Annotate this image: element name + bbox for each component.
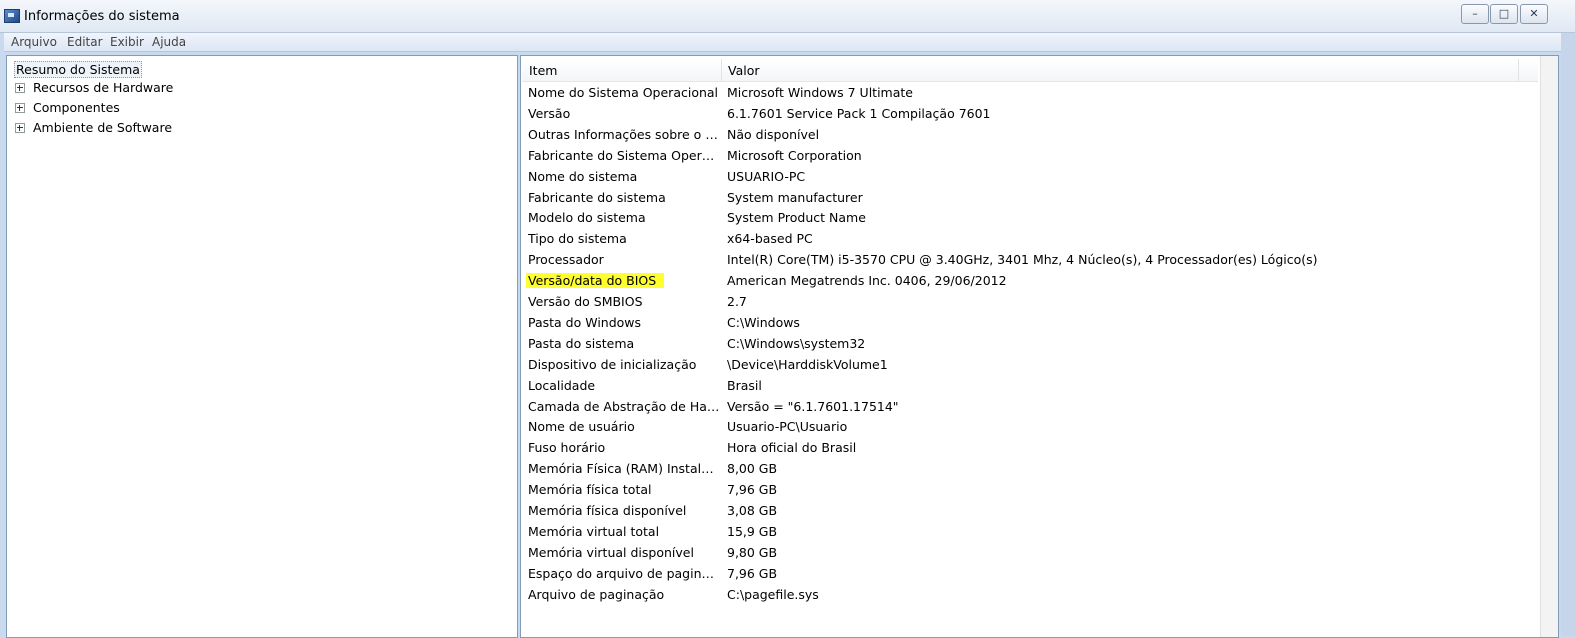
menu-editar[interactable]: Editar: [67, 35, 103, 49]
row-item-label: Memória Física (RAM) Instalada: [528, 461, 720, 477]
row-item-value: Não disponível: [727, 126, 820, 142]
row-item-value: Brasil: [727, 377, 762, 393]
maximize-button[interactable]: □: [1490, 4, 1518, 24]
row-item-label: Nome de usuário: [528, 419, 635, 435]
expand-plus-icon[interactable]: [15, 103, 25, 113]
column-header-value[interactable]: Valor: [728, 63, 760, 78]
row-item-value: Intel(R) Core(TM) i5-3570 CPU @ 3.40GHz,…: [727, 252, 1318, 268]
tree-item-resumo-do-sistema[interactable]: Resumo do Sistema: [14, 61, 142, 78]
expand-plus-icon[interactable]: [15, 123, 25, 133]
expand-plus-icon[interactable]: [15, 83, 25, 93]
row-item-value: USUARIO-PC: [727, 168, 806, 184]
row-item-value: System Product Name: [727, 210, 866, 226]
row-item-value: 9,80 GB: [727, 544, 778, 560]
column-divider[interactable]: [721, 59, 722, 81]
menu-exibir[interactable]: Exibir: [110, 35, 144, 49]
row-item-value: Microsoft Corporation: [727, 147, 862, 163]
row-item-label: Versão do SMBIOS: [528, 294, 643, 309]
row-item-value: C:\Windows: [727, 314, 800, 330]
row-item-label: Fuso horário: [528, 440, 606, 456]
row-item-label: Pasta do Windows: [528, 314, 642, 330]
row-item-label: Outras Informações sobre o Si...: [528, 126, 720, 142]
close-button[interactable]: ✕: [1520, 4, 1548, 24]
row-item-value: \Device\HarddiskVolume1: [727, 356, 888, 372]
minimize-button[interactable]: –: [1461, 4, 1489, 24]
row-item-value: Usuario-PC\Usuario: [727, 419, 848, 435]
row-item-value: Microsoft Windows 7 Ultimate: [727, 85, 913, 100]
menu-bar: Arquivo Editar Exibir Ajuda: [4, 33, 1561, 52]
row-item-value: 2.7: [727, 294, 747, 309]
column-divider[interactable]: [1518, 59, 1519, 81]
list-header: Item Valor: [522, 59, 1538, 82]
row-item-value: 3,08 GB: [727, 503, 778, 518]
row-item-label: Memória virtual total: [528, 523, 660, 539]
row-item-label: Nome do Sistema Operacional: [528, 85, 719, 100]
column-header-item[interactable]: Item: [529, 63, 557, 78]
category-tree: Resumo do Sistema Recursos de Hardware C…: [6, 55, 518, 638]
row-item-value: 7,96 GB: [727, 565, 778, 581]
row-item-value: C:\Windows\system32: [727, 335, 866, 351]
menu-arquivo[interactable]: Arquivo: [11, 35, 57, 49]
tree-item-label: Ambiente de Software: [33, 120, 173, 135]
row-item-label: Memória virtual disponível: [528, 544, 694, 560]
row-item-label: Processador: [528, 252, 604, 268]
row-item-label: Tipo do sistema: [528, 231, 627, 247]
details-list: Item Valor Nome do Sistema Operacional Mi…: [520, 55, 1559, 638]
row-item-value: Hora oficial do Brasil: [727, 440, 857, 456]
system-info-icon: [4, 9, 20, 23]
row-item-value: x64-based PC: [727, 231, 813, 247]
row-item-label: Dispositivo de inicialização: [528, 356, 697, 372]
row-item-value: 7,96 GB: [727, 482, 778, 498]
row-item-label: Fabricante do Sistema Operaci...: [528, 147, 720, 163]
row-item-label: Fabricante do sistema: [528, 189, 666, 205]
row-item-label: Espaço do arquivo de paginaç...: [528, 565, 720, 581]
row-item-value: C:\pagefile.sys: [727, 586, 819, 602]
row-item-label: Memória física disponível: [528, 503, 687, 518]
row-item-value: 6.1.7601 Service Pack 1 Compilação 7601: [727, 105, 991, 121]
window-title: Informações do sistema: [24, 9, 180, 24]
row-item-label: Camada de Abstração de Hard...: [528, 398, 720, 414]
row-item-label: Modelo do sistema: [528, 210, 646, 226]
row-item-value: System manufacturer: [727, 189, 863, 205]
row-item-value: 8,00 GB: [727, 461, 778, 477]
row-item-label: Versão: [528, 105, 571, 121]
row-item-value: Versão = "6.1.7601.17514": [727, 398, 899, 414]
window-edge: [1561, 33, 1575, 636]
row-item-label: Memória física total: [528, 482, 652, 498]
title-bar: Informações do sistema – □ ✕: [0, 0, 1575, 33]
row-item-value: American Megatrends Inc. 0406, 29/06/201…: [727, 273, 1007, 289]
row-item-value: 15,9 GB: [727, 523, 778, 539]
tree-item-label: Recursos de Hardware: [33, 80, 174, 95]
row-item-label: Versão/data do BIOS: [526, 273, 665, 289]
row-item-label: Nome do sistema: [528, 168, 638, 184]
row-item-label: Pasta do sistema: [528, 335, 635, 351]
row-item-label: Arquivo de paginação: [528, 586, 665, 602]
tree-item-label: Componentes: [33, 100, 120, 115]
vertical-scrollbar[interactable]: [1540, 56, 1558, 637]
row-item-label: Localidade: [528, 377, 596, 393]
menu-ajuda[interactable]: Ajuda: [152, 35, 186, 49]
